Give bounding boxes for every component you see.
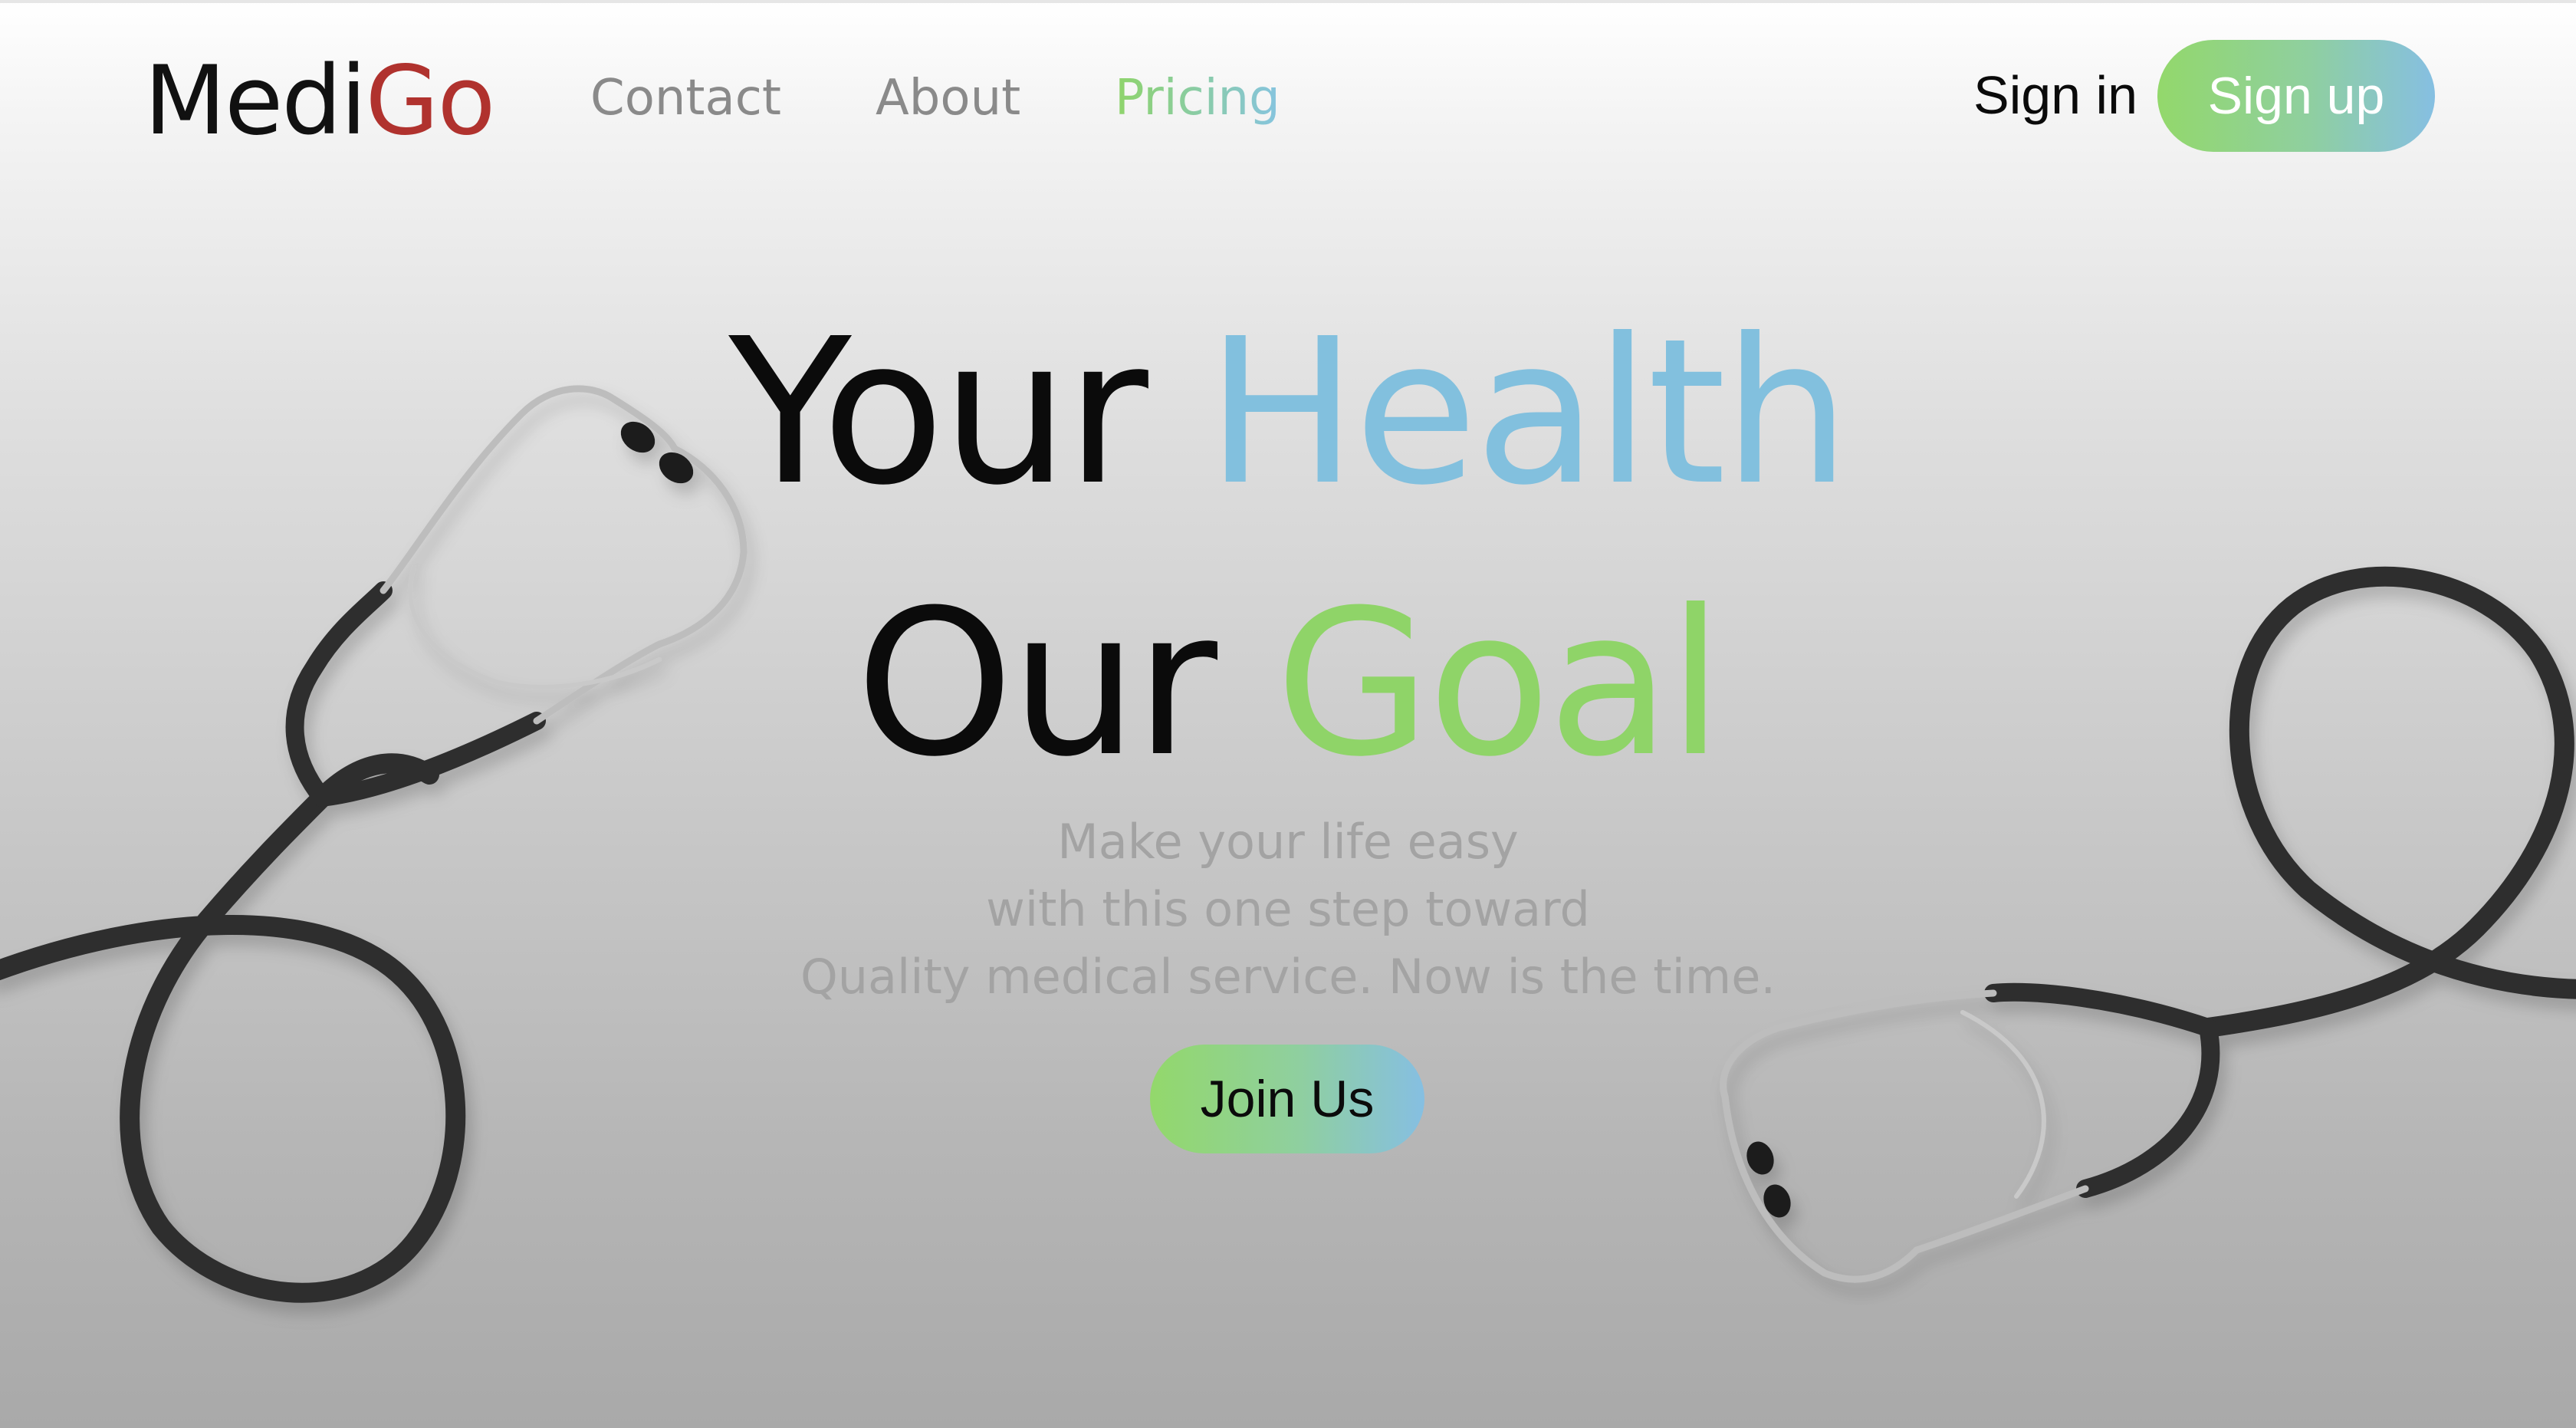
sign-up-button[interactable]: Sign up [2157, 40, 2435, 152]
brand-name-part2: Go [365, 46, 495, 156]
nav-link-about[interactable]: About [876, 67, 1020, 129]
hero-word-health: Health [1206, 295, 1850, 529]
hero-title-line-1: Your Health [0, 298, 2576, 528]
nav-link-pricing[interactable]: Pricing [1115, 67, 1280, 129]
hero-title-line-2: Our Goal [0, 569, 2576, 799]
nav-link-contact[interactable]: Contact [590, 67, 781, 129]
hero-word-our: Our [856, 567, 1217, 801]
join-us-label: Join Us [1200, 1070, 1375, 1128]
hero-subtitle-line-2: with this one step toward [986, 881, 1590, 937]
brand-name-part1: Medi [144, 46, 366, 156]
join-us-button[interactable]: Join Us [1150, 1045, 1424, 1153]
hero-word-goal: Goal [1275, 567, 1723, 801]
top-border [0, 0, 2576, 3]
brand-logo[interactable]: MediGo [144, 46, 495, 156]
hero-word-your: Your [728, 295, 1148, 529]
sign-in-button[interactable]: Sign in [1973, 64, 2137, 126]
hero-subtitle-line-3: Quality medical service. Now is the time… [800, 949, 1776, 1005]
hero-subtitle-line-1: Make your life easy [1057, 814, 1519, 870]
sign-up-label: Sign up [2207, 67, 2385, 125]
